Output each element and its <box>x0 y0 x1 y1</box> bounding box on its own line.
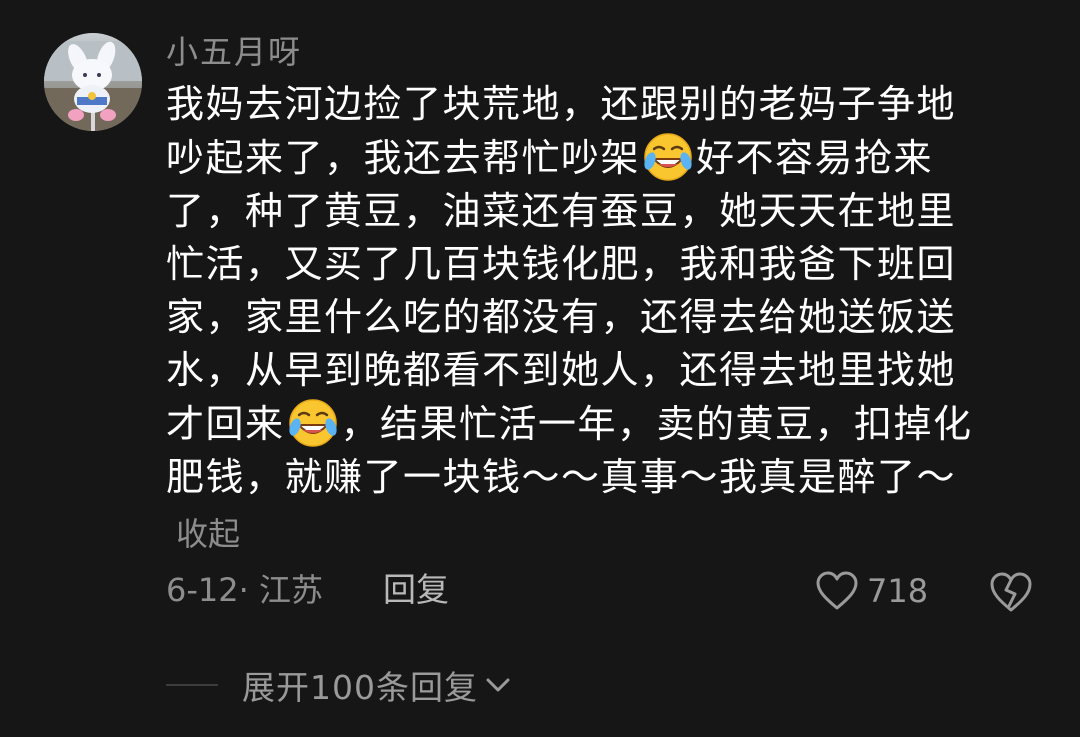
comment-line: 家，家里什么吃的都没有，还得去给她送饭送 <box>166 295 957 339</box>
expand-replies-button[interactable]: 展开100条回复 <box>166 664 512 707</box>
comment-line: 了，种了黄豆，油菜还有蚕豆，她天天在地里 <box>166 189 957 233</box>
expand-replies-label: 展开100条回复 <box>242 668 478 707</box>
broken-heart-icon <box>990 572 1032 612</box>
comment-line: 吵起来了，我还去帮忙吵架 好不容易抢来 <box>166 131 1026 185</box>
heart-outline-icon <box>816 571 858 610</box>
divider <box>166 684 218 686</box>
like-count: 718 <box>867 572 929 610</box>
avatar-image <box>44 33 142 131</box>
laughing-tears-emoji-icon <box>288 399 337 447</box>
comment-line: 忙活，又买了几百块钱化肥，我和我爸下班回 <box>166 242 957 286</box>
dislike-button[interactable] <box>988 570 1034 614</box>
reply-button[interactable]: 回复 <box>383 570 449 610</box>
chevron-down-icon <box>486 678 510 692</box>
like-button[interactable]: 718 <box>815 570 928 612</box>
username[interactable]: 小五月呀 <box>166 32 302 72</box>
comment-line: 我妈去河边捡了块荒地，还跟别的老妈子争地 <box>166 82 957 126</box>
avatar[interactable] <box>44 33 142 131</box>
laughing-tears-emoji-icon <box>644 133 692 181</box>
comment-line: 水，从早到晚都看不到她人，还得去地里找她 <box>166 348 957 392</box>
comment-line: 肥钱，就赚了一块钱～～真事～我真是醉了～ <box>166 455 957 499</box>
comment-line: 才回来 ，结果忙活一年，卖的黄豆，扣掉化 <box>166 397 1026 451</box>
comment-date-location: 6-12· 江苏 <box>166 571 323 609</box>
collapse-button[interactable]: 收起 <box>176 514 240 554</box>
comment-text: 我妈去河边捡了块荒地，还跟别的老妈子争地 吵起来了，我还去帮忙吵架 好不容易抢来… <box>166 78 1026 504</box>
